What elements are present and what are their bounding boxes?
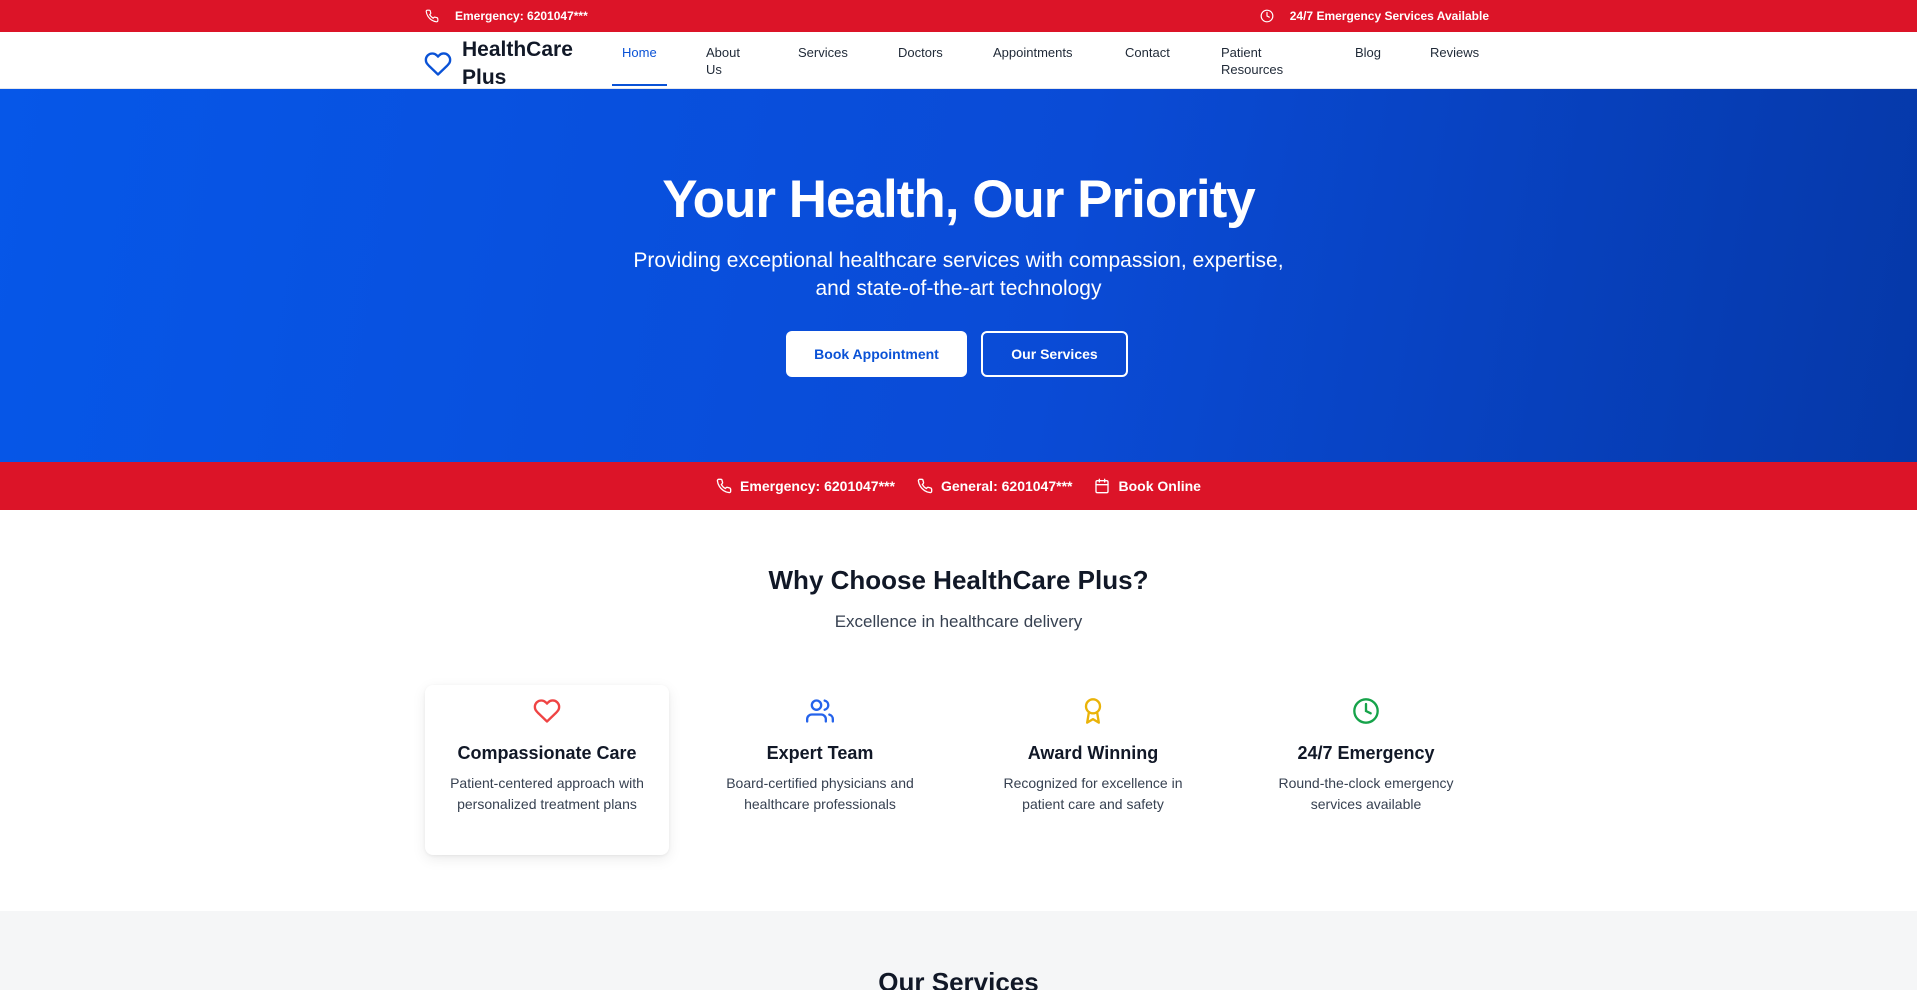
calendar-icon xyxy=(1095,478,1110,494)
top-emergency-bar: Emergency: 6201047*** 24/7 Emergency Ser… xyxy=(0,0,1917,32)
availability-text: 24/7 Emergency Services Available xyxy=(1289,9,1489,23)
nav-appointments[interactable]: Appointments xyxy=(993,44,1073,61)
feature-title: Expert Team xyxy=(766,743,874,763)
feature-description: Board-certified physicians and healthcar… xyxy=(726,775,914,812)
feature-card[interactable]: Award Winning Recognized for excellence … xyxy=(971,685,1215,855)
feature-card[interactable]: 24/7 Emergency Round-the-clock emergency… xyxy=(1244,685,1488,855)
nav-services[interactable]: Services xyxy=(798,44,848,61)
clock-icon xyxy=(1353,698,1379,724)
feature-description: Round-the-clock emergency services avail… xyxy=(1278,775,1454,812)
heart-icon xyxy=(424,52,452,76)
users-icon xyxy=(806,699,834,723)
nav-patient-resources[interactable]: Patient Resources xyxy=(1221,44,1301,78)
strip-emergency-text: Emergency: 6201047*** xyxy=(740,478,895,494)
feature-card[interactable]: Compassionate Care Patient-centered appr… xyxy=(425,685,669,855)
strip-general-text: General: 6201047*** xyxy=(940,478,1073,494)
site-logo[interactable]: HealthCare Plus xyxy=(424,36,582,92)
nav-reviews[interactable]: Reviews xyxy=(1430,44,1479,61)
services-section: Our Services xyxy=(0,911,1917,990)
contact-strip: Emergency: 6201047*** General: 6201047**… xyxy=(0,462,1917,510)
feature-title: 24/7 Emergency xyxy=(1297,743,1435,763)
strip-general[interactable]: General: 6201047*** xyxy=(917,478,1073,494)
strip-book-text: Book Online xyxy=(1118,478,1201,494)
heart-icon xyxy=(533,699,561,723)
strip-emergency[interactable]: Emergency: 6201047*** xyxy=(716,478,895,494)
phone-icon xyxy=(917,478,933,494)
clock-icon xyxy=(1260,9,1274,23)
our-services-button[interactable]: Our Services xyxy=(981,331,1128,377)
award-icon xyxy=(1084,698,1102,724)
site-header: HealthCare Plus Home About Us Services D… xyxy=(0,32,1917,89)
feature-card[interactable]: Expert Team Board-certified physicians a… xyxy=(698,685,942,855)
phone-icon xyxy=(425,9,439,23)
nav-about-us[interactable]: About Us xyxy=(706,44,746,78)
strip-book-online[interactable]: Book Online xyxy=(1094,478,1201,494)
nav-doctors[interactable]: Doctors xyxy=(898,44,943,61)
feature-description: Patient-centered approach with personali… xyxy=(450,775,644,812)
hero-subtitle: Providing exceptional healthcare service… xyxy=(633,249,1284,300)
hero-title: Your Health, Our Priority xyxy=(662,170,1255,229)
nav-home[interactable]: Home xyxy=(622,44,657,61)
why-choose-subtitle: Excellence in healthcare delivery xyxy=(834,612,1083,631)
services-title: Our Services xyxy=(878,967,1039,990)
feature-description: Recognized for excellence in patient car… xyxy=(1003,775,1183,812)
feature-title: Award Winning xyxy=(1027,743,1159,763)
logo-text: HealthCare Plus xyxy=(462,38,573,89)
book-appointment-button[interactable]: Book Appointment xyxy=(786,331,967,377)
top-emergency-number: Emergency: 6201047*** xyxy=(455,9,588,23)
feature-title: Compassionate Care xyxy=(457,743,637,763)
nav-contact[interactable]: Contact xyxy=(1125,44,1170,61)
hero-section: Your Health, Our Priority Providing exce… xyxy=(0,89,1917,462)
why-choose-title: Why Choose HealthCare Plus? xyxy=(768,565,1149,595)
phone-icon xyxy=(716,478,732,494)
active-nav-indicator xyxy=(612,84,667,86)
top-emergency-contact[interactable]: Emergency: 6201047*** xyxy=(425,0,588,32)
nav-blog[interactable]: Blog xyxy=(1355,44,1381,61)
top-availability: 24/7 Emergency Services Available xyxy=(1260,0,1489,32)
